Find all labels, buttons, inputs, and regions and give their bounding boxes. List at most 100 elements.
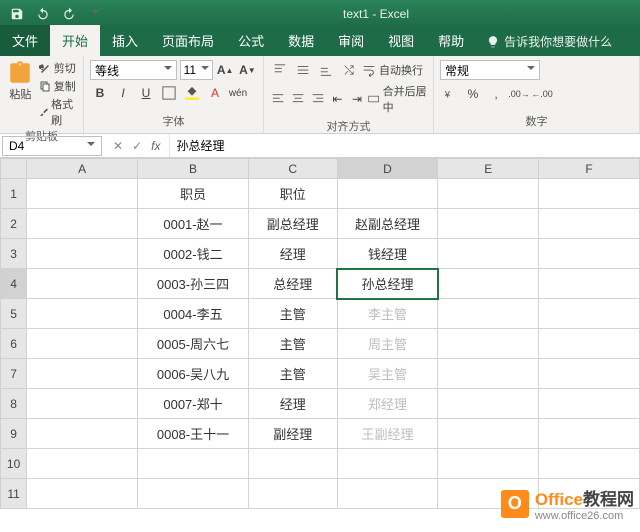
col-header-E[interactable]: E xyxy=(438,159,539,179)
merge-icon xyxy=(368,92,379,106)
tab-layout[interactable]: 页面布局 xyxy=(150,25,226,56)
bucket-icon xyxy=(185,86,199,100)
increase-decimal-button[interactable]: .00→ xyxy=(509,84,529,104)
chevron-down-icon xyxy=(201,66,209,74)
italic-button[interactable]: I xyxy=(113,83,133,103)
scissors-icon xyxy=(39,62,51,74)
align-middle-button[interactable] xyxy=(293,60,313,80)
wrap-text-button[interactable]: 自动换行 xyxy=(362,62,423,78)
row-2: 20001-赵一副总经理赵副总经理 xyxy=(1,209,640,239)
col-header-C[interactable]: C xyxy=(248,159,337,179)
phonetic-button[interactable]: wén xyxy=(228,83,248,103)
quick-access-toolbar xyxy=(0,3,112,25)
brush-icon xyxy=(39,106,48,118)
watermark: O Office教程网 www.office26.com xyxy=(501,485,634,522)
group-clipboard: 粘贴 剪切 复制 格式刷 剪贴板 xyxy=(0,56,84,133)
fill-color-button[interactable] xyxy=(182,83,202,103)
increase-font-button[interactable]: A▲ xyxy=(216,60,235,80)
font-name-selector[interactable]: 等线 xyxy=(90,60,177,80)
tab-file[interactable]: 文件 xyxy=(0,25,50,56)
watermark-url: www.office26.com xyxy=(535,510,634,522)
percent-button[interactable]: % xyxy=(463,84,483,104)
tab-review[interactable]: 审阅 xyxy=(326,25,376,56)
wrap-icon xyxy=(362,63,376,77)
group-number: 常规 ¥ % , .00→ ←.00 数字 xyxy=(434,56,640,133)
tab-view[interactable]: 视图 xyxy=(376,25,426,56)
decrease-indent-button[interactable]: ⇤ xyxy=(329,89,346,109)
name-box[interactable]: D4 xyxy=(2,136,102,156)
chevron-down-icon xyxy=(87,142,95,150)
document-title: text1 - Excel xyxy=(112,7,640,21)
tab-insert[interactable]: 插入 xyxy=(100,25,150,56)
merge-center-button[interactable]: 合并后居中 xyxy=(368,83,427,115)
chevron-down-icon xyxy=(164,66,172,74)
save-button[interactable] xyxy=(6,3,28,25)
decrease-decimal-button[interactable]: ←.00 xyxy=(532,84,552,104)
font-color-button[interactable]: A xyxy=(205,83,225,103)
ribbon-tabs: 文件 开始 插入 页面布局 公式 数据 审阅 视图 帮助 告诉我你想要做什么 xyxy=(0,28,640,56)
comma-button[interactable]: , xyxy=(486,84,506,104)
align-right-button[interactable] xyxy=(309,89,326,109)
col-header-D[interactable]: D xyxy=(337,159,438,179)
cut-button[interactable]: 剪切 xyxy=(39,60,77,76)
lightbulb-icon xyxy=(486,35,500,49)
format-painter-button[interactable]: 格式刷 xyxy=(39,96,77,128)
decrease-font-button[interactable]: A▼ xyxy=(238,60,257,80)
tab-help[interactable]: 帮助 xyxy=(426,25,476,56)
watermark-logo-icon: O xyxy=(501,490,529,518)
col-header-B[interactable]: B xyxy=(138,159,249,179)
title-bar: text1 - Excel xyxy=(0,0,640,28)
orientation-button[interactable]: ⤭ xyxy=(339,60,359,80)
col-header-F[interactable]: F xyxy=(539,159,640,179)
tab-data[interactable]: 数据 xyxy=(276,25,326,56)
tell-me-search[interactable]: 告诉我你想要做什么 xyxy=(476,27,622,56)
formula-input[interactable]: 孙总经理 xyxy=(169,134,640,157)
row-6: 60005-周六七主管周主管 xyxy=(1,329,640,359)
font-size-selector[interactable]: 11 xyxy=(180,60,213,80)
row-4: 40003-孙三四总经理孙总经理 xyxy=(1,269,640,299)
underline-button[interactable]: U xyxy=(136,83,156,103)
increase-indent-button[interactable]: ⇥ xyxy=(349,89,366,109)
active-cell[interactable]: 孙总经理 xyxy=(337,269,438,299)
align-left-button[interactable] xyxy=(270,89,287,109)
paste-button[interactable]: 粘贴 xyxy=(6,60,35,128)
paste-icon xyxy=(7,60,33,86)
confirm-edit-button[interactable]: ✓ xyxy=(129,139,145,153)
redo-button[interactable] xyxy=(58,3,80,25)
row-7: 70006-吴八九主管吴主管 xyxy=(1,359,640,389)
ribbon: 粘贴 剪切 复制 格式刷 剪贴板 等线 11 A▲ A▼ B I U xyxy=(0,56,640,134)
row-9: 90008-王十一副经理王副经理 xyxy=(1,419,640,449)
paste-label: 粘贴 xyxy=(9,86,31,102)
font-group-label: 字体 xyxy=(90,113,257,131)
row-8: 80007-郑十经理郑经理 xyxy=(1,389,640,419)
align-top-button[interactable] xyxy=(270,60,290,80)
qat-customize-button[interactable] xyxy=(84,3,106,25)
formula-bar: D4 ✕ ✓ fx 孙总经理 xyxy=(0,134,640,158)
align-bottom-button[interactable] xyxy=(316,60,336,80)
cancel-edit-button[interactable]: ✕ xyxy=(110,139,126,153)
copy-icon xyxy=(39,80,51,92)
group-font: 等线 11 A▲ A▼ B I U A wén 字体 xyxy=(84,56,264,133)
insert-function-button[interactable]: fx xyxy=(148,139,163,153)
undo-button[interactable] xyxy=(32,3,54,25)
border-button[interactable] xyxy=(159,83,179,103)
row-1: 1职员职位 xyxy=(1,179,640,209)
column-headers: A B C D E F xyxy=(1,159,640,179)
row-3: 30002-钱二经理钱经理 xyxy=(1,239,640,269)
col-header-A[interactable]: A xyxy=(27,159,138,179)
row-5: 50004-李五主管李主管 xyxy=(1,299,640,329)
tab-home[interactable]: 开始 xyxy=(50,25,100,56)
bold-button[interactable]: B xyxy=(90,83,110,103)
copy-button[interactable]: 复制 xyxy=(39,78,77,94)
group-alignment: ⤭ 自动换行 ⇤ ⇥ 合并后居中 对齐方式 xyxy=(264,56,434,133)
currency-button[interactable]: ¥ xyxy=(440,84,460,104)
select-all-corner[interactable] xyxy=(1,159,27,179)
worksheet-grid[interactable]: A B C D E F 1职员职位 20001-赵一副总经理赵副总经理 3000… xyxy=(0,158,640,528)
svg-text:¥: ¥ xyxy=(444,90,451,101)
currency-icon: ¥ xyxy=(443,87,457,101)
align-center-button[interactable] xyxy=(290,89,307,109)
chevron-down-icon xyxy=(527,66,535,74)
tab-formulas[interactable]: 公式 xyxy=(226,25,276,56)
number-format-selector[interactable]: 常规 xyxy=(440,60,540,80)
tell-me-label: 告诉我你想要做什么 xyxy=(504,33,612,50)
